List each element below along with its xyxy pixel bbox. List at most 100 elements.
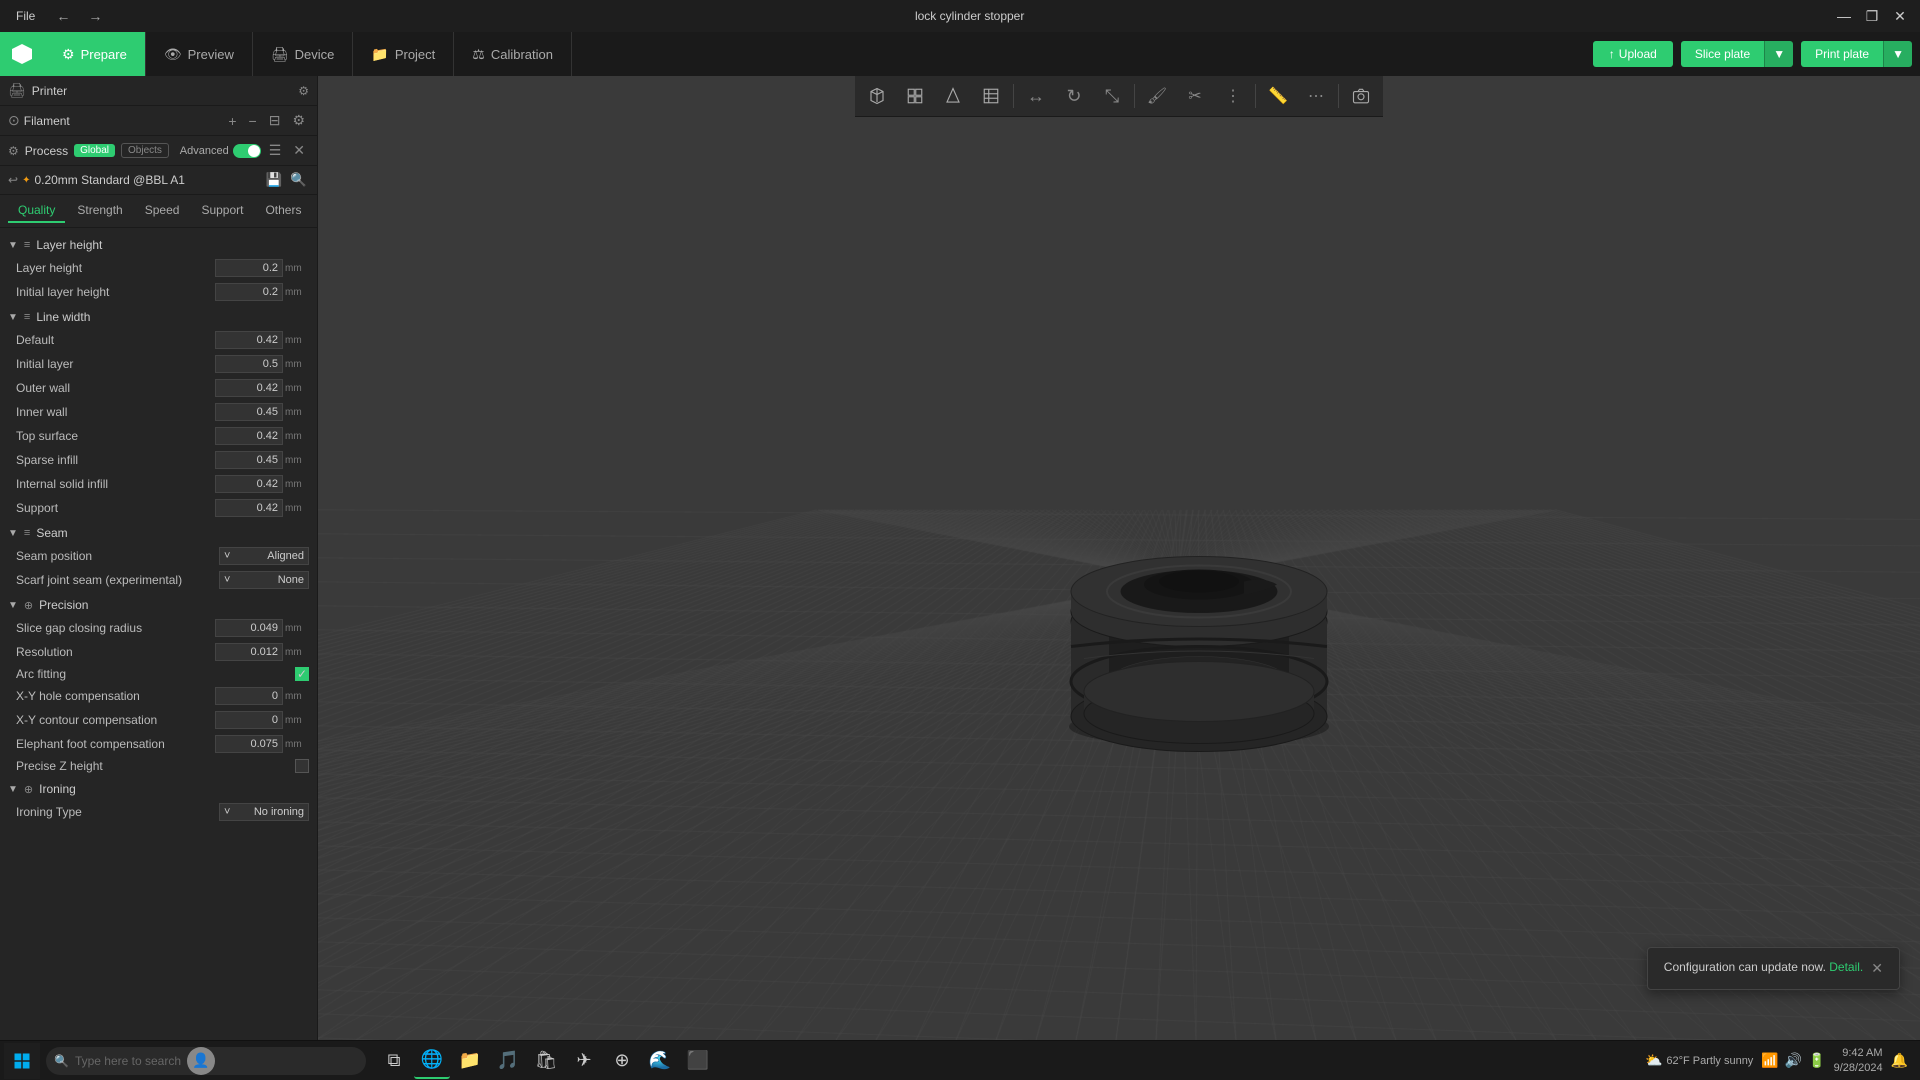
process-section: ⚙ Process Global Objects Advanced ☰ ✕ (0, 136, 317, 166)
tab-strength[interactable]: Strength (67, 199, 132, 223)
printer-gear-icon[interactable]: ⚙ (298, 84, 309, 98)
global-tag[interactable]: Global (74, 144, 115, 157)
vp-orient-btn[interactable] (935, 80, 971, 112)
notification-close-btn[interactable]: ✕ (1871, 960, 1883, 977)
upload-icon: ↑ (1609, 47, 1615, 61)
taskbar-app-task-view[interactable]: ⧉ (376, 1043, 412, 1079)
sparse-infill-input[interactable] (215, 451, 283, 469)
default-input[interactable] (215, 331, 283, 349)
notification-area[interactable]: 🔔 (1891, 1052, 1908, 1069)
internal-solid-infill-input[interactable] (215, 475, 283, 493)
taskbar-clock[interactable]: 9:42 AM 9/28/2024 (1834, 1046, 1883, 1075)
printer-icon: 🖨 (8, 82, 26, 99)
slice-gap-input[interactable] (215, 619, 283, 637)
process-list-btn[interactable]: ☰ (265, 140, 286, 161)
arc-fitting-checkbox[interactable]: ✓ (295, 667, 309, 681)
vp-snapshot-btn[interactable] (1343, 80, 1379, 112)
taskbar-app-telegram[interactable]: ✈ (566, 1043, 602, 1079)
slice-arrow-btn[interactable]: ▼ (1764, 41, 1793, 67)
tab-quality[interactable]: Quality (8, 199, 65, 223)
advanced-toggle-switch[interactable] (233, 144, 261, 158)
resolution-input[interactable] (215, 643, 283, 661)
objects-tag[interactable]: Objects (121, 143, 169, 158)
tab-device[interactable]: 🖨 Device (253, 32, 354, 76)
ironing-type-dropdown[interactable]: ˅ No ironing (219, 803, 309, 821)
filament-remove-btn[interactable]: − (245, 110, 261, 131)
line-width-section-header[interactable]: ▼ ≡ Line width (0, 304, 317, 328)
initial-layer-input[interactable] (215, 355, 283, 373)
xy-hole-input[interactable] (215, 687, 283, 705)
sound-icon[interactable]: 🔊 (1785, 1052, 1802, 1069)
close-btn[interactable]: ✕ (1888, 4, 1912, 28)
tab-speed[interactable]: Speed (135, 199, 190, 223)
vp-move-btn[interactable]: ↔ (1018, 80, 1054, 112)
xy-contour-input[interactable] (215, 711, 283, 729)
vp-layout-btn[interactable] (973, 80, 1009, 112)
print-arrow-btn[interactable]: ▼ (1883, 41, 1912, 67)
seam-position-dropdown[interactable]: ˅ Aligned (219, 547, 309, 565)
top-surface-input[interactable] (215, 427, 283, 445)
vp-support-btn[interactable]: ⋮ (1215, 80, 1251, 112)
slice-btn[interactable]: Slice plate (1681, 41, 1764, 67)
taskbar-app-store[interactable]: 🛍 (528, 1043, 564, 1079)
tab-preview[interactable]: 👁 Preview (146, 32, 253, 76)
tab-prepare[interactable]: ⚙ Prepare (44, 32, 146, 76)
elephant-foot-input[interactable] (215, 735, 283, 753)
vp-cube-btn[interactable] (859, 80, 895, 112)
print-btn[interactable]: Print plate (1801, 41, 1883, 67)
seam-section-header[interactable]: ▼ ≡ Seam (0, 520, 317, 544)
tab-support[interactable]: Support (191, 199, 253, 223)
taskbar-search[interactable]: 🔍 Type here to search 👤 (46, 1047, 366, 1075)
outer-wall-input[interactable] (215, 379, 283, 397)
file-menu-item[interactable]: File (8, 5, 43, 27)
taskbar-app-edge[interactable]: 🌊 (642, 1043, 678, 1079)
3d-viewport[interactable]: ↔ ↻ ⤡ 🖌 ✂ ⋮ 📏 ⋯ (318, 76, 1920, 1040)
vp-cut-btn[interactable]: ✂ (1177, 80, 1213, 112)
profile-collapse-icon[interactable]: ↩ (8, 173, 18, 187)
ironing-section-title: Ironing (39, 782, 76, 796)
filament-edit-btn[interactable]: ⊟ (265, 110, 285, 131)
nav-forward-btn[interactable]: → (83, 4, 107, 28)
start-btn[interactable] (4, 1043, 40, 1079)
scarf-joint-dropdown[interactable]: ˅ None (219, 571, 309, 589)
precision-section-header[interactable]: ▼ ⊕ Precision (0, 592, 317, 616)
logo-home[interactable] (0, 32, 44, 76)
inner-wall-input[interactable] (215, 403, 283, 421)
vp-more-btn[interactable]: ⋯ (1298, 80, 1334, 112)
upload-btn[interactable]: ↑ Upload (1593, 41, 1673, 67)
filament-add-btn[interactable]: + (224, 110, 240, 131)
taskbar-app-green[interactable]: ⬛ (680, 1043, 716, 1079)
initial-layer-height-input[interactable] (215, 283, 283, 301)
battery-icon[interactable]: 🔋 (1808, 1052, 1825, 1069)
support-input[interactable] (215, 499, 283, 517)
taskbar-app-spotify[interactable]: 🎵 (490, 1043, 526, 1079)
left-panel: 🖨 Printer ⚙ ⊙ Filament + − ⊟ ⚙ ⚙ Process… (0, 76, 318, 1040)
nav-back-btn[interactable]: ← (51, 4, 75, 28)
minimize-btn[interactable]: — (1832, 4, 1856, 28)
tab-calibration[interactable]: ⚖ Calibration (454, 32, 572, 76)
taskbar-app-explorer[interactable]: 📁 (452, 1043, 488, 1079)
process-close-btn[interactable]: ✕ (289, 140, 309, 161)
profile-save-btn[interactable]: 💾 (264, 170, 285, 190)
network-icon[interactable]: 📶 (1761, 1052, 1778, 1069)
filament-gear-btn[interactable]: ⚙ (288, 110, 309, 131)
taskbar-app-extra[interactable]: ⊕ (604, 1043, 640, 1079)
taskbar-app-chrome[interactable]: 🌐 (414, 1043, 450, 1079)
profile-search-btn[interactable]: 🔍 (288, 170, 309, 190)
tab-project[interactable]: 📁 Project (353, 32, 454, 76)
search-icon: 🔍 (54, 1054, 69, 1068)
vp-grid-btn[interactable] (897, 80, 933, 112)
tab-others[interactable]: Others (255, 199, 311, 223)
layer-height-section-header[interactable]: ▼ ≡ Layer height (0, 232, 317, 256)
vp-rotate-btn[interactable]: ↻ (1056, 80, 1092, 112)
maximize-btn[interactable]: ❐ (1860, 4, 1884, 28)
default-unit: mm (285, 335, 309, 346)
vp-scale-btn[interactable]: ⤡ (1094, 80, 1130, 112)
vp-paint-btn[interactable]: 🖌 (1139, 80, 1175, 112)
vp-measure-btn[interactable]: 📏 (1260, 80, 1296, 112)
layer-height-icon: ≡ (24, 239, 30, 251)
ironing-section-header[interactable]: ▼ ⊕ Ironing (0, 776, 317, 800)
precise-z-checkbox[interactable] (295, 759, 309, 773)
layer-height-input[interactable] (215, 259, 283, 277)
notification-detail-link[interactable]: Detail. (1829, 960, 1863, 974)
